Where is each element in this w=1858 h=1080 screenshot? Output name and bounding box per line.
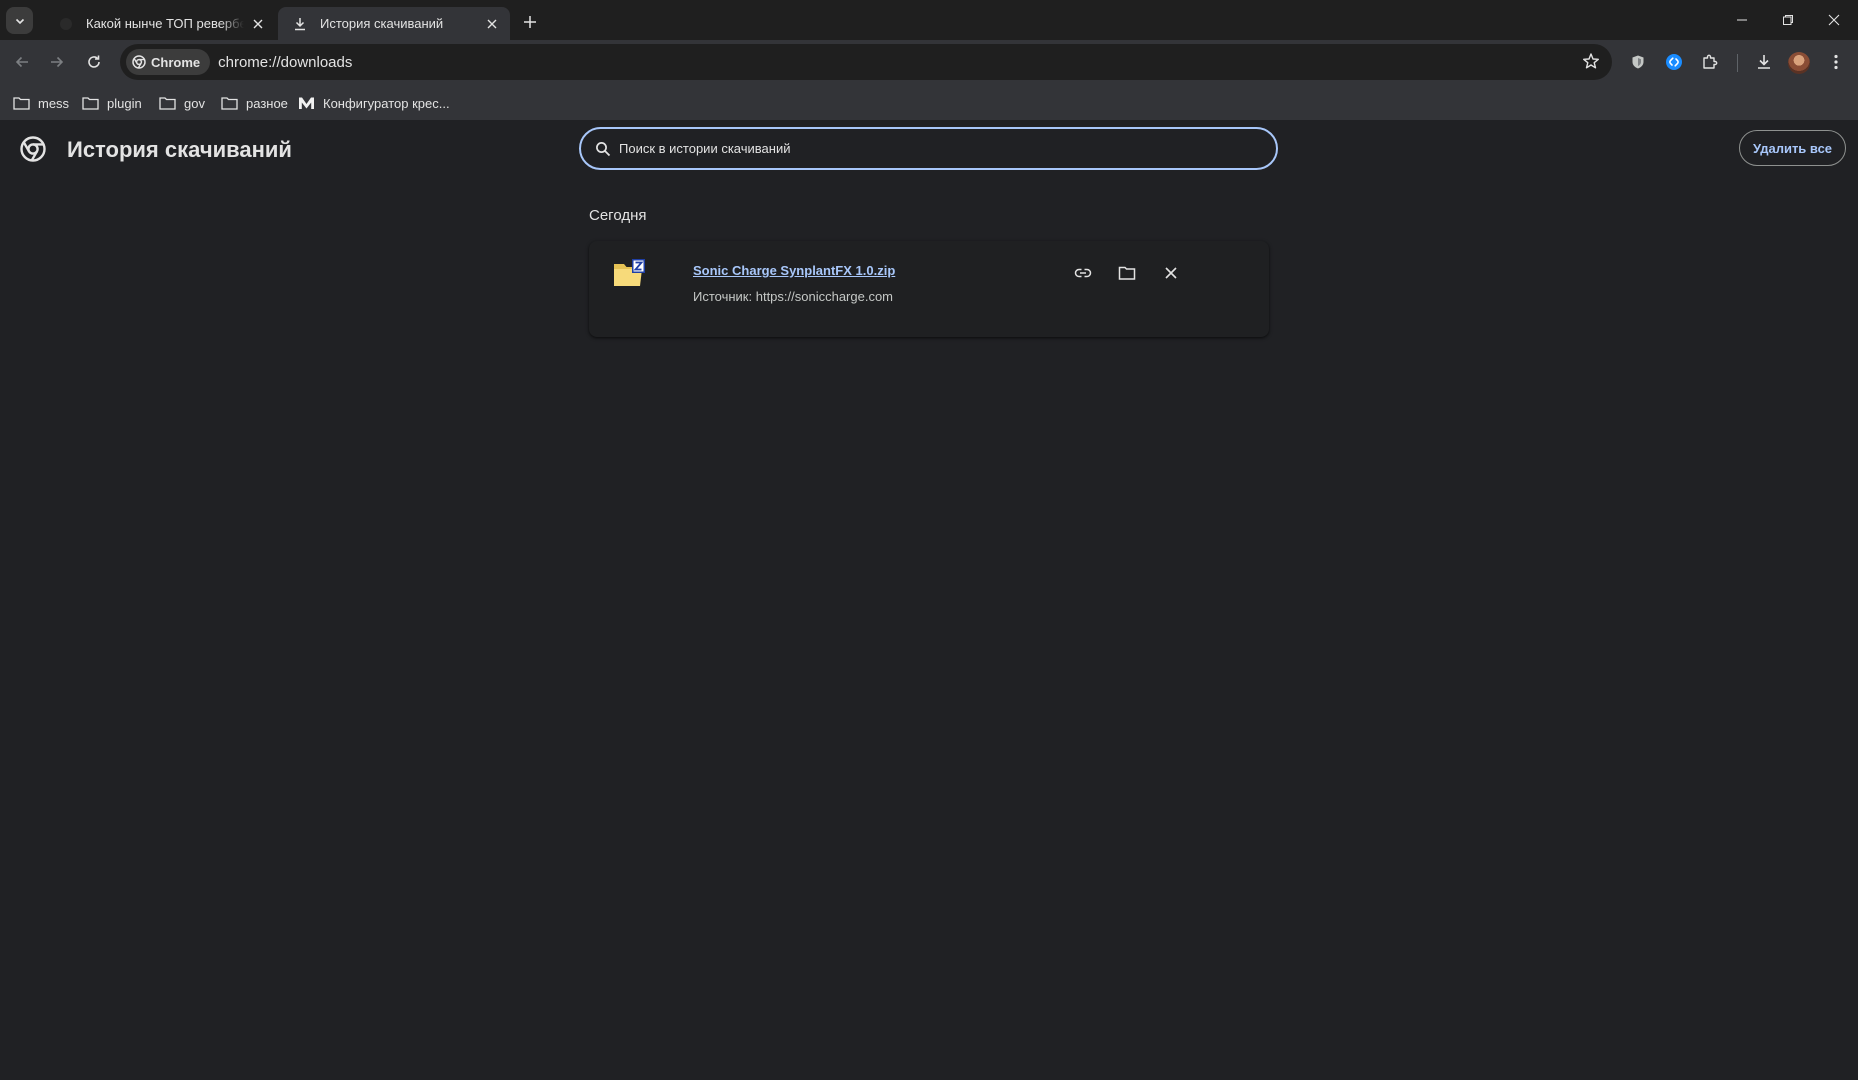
download-item: Sonic Charge SynplantFX 1.0.zip Источник… bbox=[589, 241, 1269, 337]
download-source: Источник: https://soniccharge.com bbox=[693, 289, 894, 304]
reload-icon bbox=[88, 55, 100, 68]
arrow-left-icon bbox=[15, 56, 28, 68]
download-icon bbox=[1758, 55, 1770, 69]
minimize-button[interactable] bbox=[1719, 0, 1765, 40]
search-input[interactable] bbox=[619, 141, 1276, 156]
new-tab-button[interactable] bbox=[518, 10, 542, 34]
search-icon bbox=[596, 141, 611, 156]
folder-icon bbox=[159, 97, 176, 110]
tab-search-button[interactable] bbox=[6, 7, 33, 34]
site-info-chip[interactable]: Chrome bbox=[126, 49, 211, 75]
back-button[interactable] bbox=[7, 47, 37, 77]
menu-button[interactable] bbox=[1821, 47, 1851, 77]
page-title: История скачиваний bbox=[67, 137, 292, 162]
bookmarks-bar: mess plugin gov разное Конфигуратор крес… bbox=[0, 86, 1858, 120]
bookmark-label: gov bbox=[184, 95, 205, 111]
download-file-link[interactable]: Sonic Charge SynplantFX 1.0.zip bbox=[693, 263, 895, 278]
copy-link-button[interactable] bbox=[1069, 259, 1097, 287]
plus-icon bbox=[524, 16, 536, 28]
address-bar[interactable]: Chrome chrome://downloads bbox=[120, 44, 1612, 80]
shield-extension-button[interactable] bbox=[1623, 47, 1653, 77]
tab-title: История скачиваний bbox=[320, 16, 444, 31]
bookmark-label: Конфигуратор крес... bbox=[323, 95, 450, 111]
bookmark-folder-plugin[interactable]: plugin bbox=[82, 94, 142, 112]
m-logo-icon bbox=[299, 97, 314, 109]
folder-icon bbox=[1118, 266, 1136, 280]
puzzle-icon bbox=[1703, 54, 1718, 69]
close-icon bbox=[1165, 267, 1177, 279]
downloads-button[interactable] bbox=[1749, 47, 1779, 77]
downloads-header: История скачиваний Удалить все bbox=[0, 120, 1858, 180]
reload-button[interactable] bbox=[79, 47, 109, 77]
tab-reverb[interactable]: Какой нынче ТОП ревербератор bbox=[44, 7, 276, 40]
forward-button[interactable] bbox=[42, 47, 72, 77]
tab-downloads[interactable]: История скачиваний bbox=[278, 7, 510, 40]
bookmark-configurator[interactable]: Конфигуратор крес... bbox=[298, 94, 450, 112]
zip-archive-icon bbox=[612, 258, 646, 288]
close-icon bbox=[1828, 14, 1840, 26]
chrome-logo-icon bbox=[20, 136, 46, 162]
tab-strip: Какой нынче ТОП ревербератор История ска… bbox=[0, 0, 1858, 40]
tab-title: Какой нынче ТОП ревербератор bbox=[86, 16, 244, 31]
link-icon bbox=[1074, 268, 1092, 278]
chevron-down-icon bbox=[15, 18, 24, 24]
shield-icon bbox=[1632, 55, 1644, 69]
bookmark-folder-raznoe[interactable]: разное bbox=[221, 94, 288, 112]
bookmark-folder-gov[interactable]: gov bbox=[159, 94, 205, 112]
remove-download-button[interactable] bbox=[1157, 259, 1185, 287]
site-info-label: Chrome bbox=[151, 54, 201, 70]
clear-all-button[interactable]: Удалить все bbox=[1739, 130, 1846, 166]
bookmark-folder-mess[interactable]: mess bbox=[13, 94, 69, 112]
profile-avatar[interactable] bbox=[1788, 52, 1810, 74]
date-section-label: Сегодня bbox=[589, 207, 647, 224]
shazam-icon bbox=[1666, 54, 1682, 70]
bookmark-label: mess bbox=[38, 95, 70, 111]
folder-icon bbox=[221, 97, 238, 110]
chrome-logo-icon bbox=[132, 55, 146, 69]
bookmark-label: plugin bbox=[107, 95, 142, 111]
minimize-icon bbox=[1737, 19, 1747, 21]
show-in-folder-button[interactable] bbox=[1113, 259, 1141, 287]
toolbar: Chrome chrome://downloads bbox=[0, 40, 1858, 86]
shazam-extension-button[interactable] bbox=[1659, 47, 1689, 77]
extensions-button[interactable] bbox=[1695, 47, 1725, 77]
bookmark-star-icon[interactable] bbox=[1582, 52, 1600, 70]
folder-icon bbox=[82, 97, 99, 110]
downloads-search[interactable] bbox=[579, 127, 1278, 170]
restore-button[interactable] bbox=[1765, 0, 1811, 40]
close-icon[interactable] bbox=[250, 16, 266, 32]
page-favicon-icon bbox=[58, 16, 74, 32]
download-icon bbox=[292, 16, 308, 32]
close-icon[interactable] bbox=[484, 16, 500, 32]
arrow-right-icon bbox=[51, 56, 64, 68]
restore-icon bbox=[1783, 15, 1793, 25]
folder-icon bbox=[13, 97, 30, 110]
close-window-button[interactable] bbox=[1811, 0, 1857, 40]
url-text[interactable]: chrome://downloads bbox=[218, 54, 352, 71]
bookmark-label: разное bbox=[246, 95, 288, 111]
more-vert-icon bbox=[1834, 54, 1838, 70]
toolbar-divider bbox=[1737, 54, 1738, 72]
